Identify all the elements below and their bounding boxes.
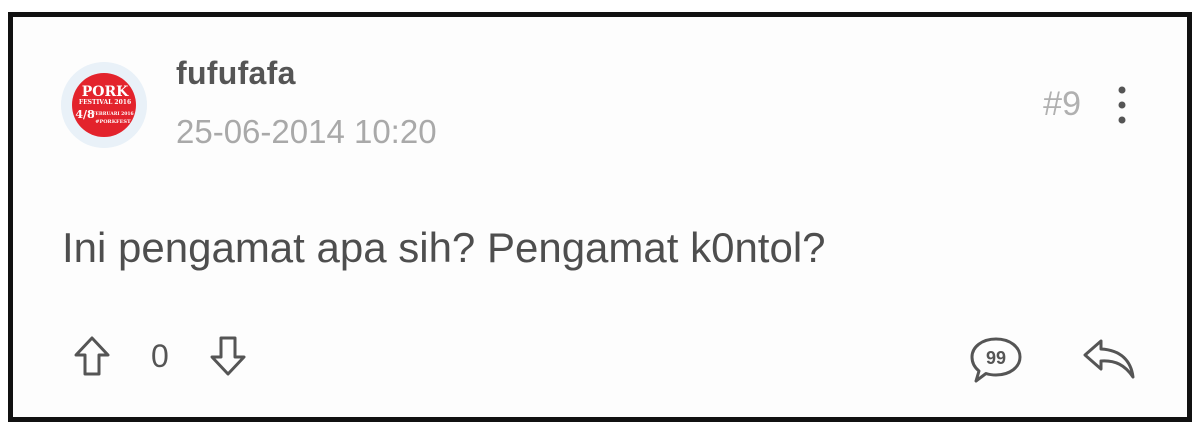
- arrow-up-icon: [74, 336, 110, 376]
- post-card: PORK FESTIVAL 2016 4/8 FEBRUARI 2016 #PO…: [8, 12, 1192, 422]
- post-number: #9: [1043, 85, 1081, 123]
- post-timestamp: 25-06-2014 10:20: [176, 113, 437, 150]
- username[interactable]: fufufafa: [176, 55, 296, 92]
- reply-arrow-icon: [1083, 339, 1135, 379]
- avatar-image: PORK FESTIVAL 2016 4/8 FEBRUARI 2016 #PO…: [61, 62, 147, 148]
- avatar-text-hashtag: #PORKFEST: [95, 119, 131, 125]
- more-options-button[interactable]: [1112, 83, 1132, 127]
- arrow-down-icon: [210, 336, 246, 376]
- downvote-button[interactable]: [209, 335, 247, 377]
- avatar[interactable]: PORK FESTIVAL 2016 4/8 FEBRUARI 2016 #PO…: [61, 62, 147, 148]
- vote-count: 0: [151, 338, 169, 374]
- avatar-text-festival: FESTIVAL 2016: [79, 99, 131, 106]
- quote-button[interactable]: 99: [968, 335, 1024, 387]
- avatar-text-pork: PORK: [82, 84, 129, 100]
- svg-text:99: 99: [986, 348, 1006, 368]
- avatar-text-month: FEBRUARI 2016: [92, 111, 133, 117]
- reply-button[interactable]: [1081, 337, 1139, 381]
- upvote-button[interactable]: [73, 335, 111, 377]
- post-body: Ini pengamat apa sih? Pengamat k0ntol?: [62, 224, 826, 271]
- vertical-ellipsis-icon: [1118, 86, 1126, 124]
- quote-bubble-icon: 99: [970, 337, 1022, 383]
